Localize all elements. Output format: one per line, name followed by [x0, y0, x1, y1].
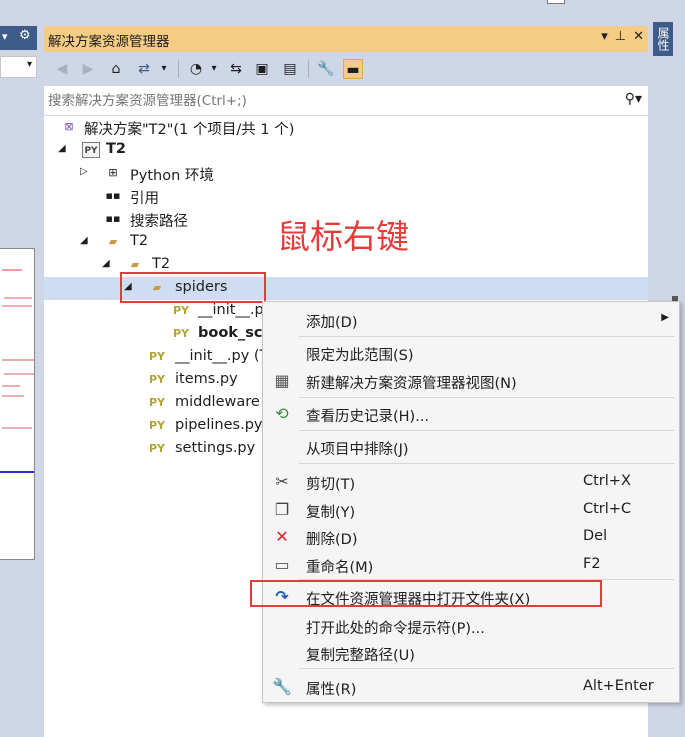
menu-item-add[interactable]: 添加(D) ▶	[263, 307, 679, 332]
folder-icon: ▰	[108, 235, 118, 248]
environment-icon: ⊞	[108, 166, 118, 179]
menu-item-command-prompt[interactable]: 打开此处的命令提示符(P)...	[263, 613, 679, 638]
submenu-arrow-icon: ▶	[661, 312, 669, 323]
python-project-icon: PY	[82, 142, 100, 158]
panel-title: 解决方案资源管理器	[48, 34, 170, 50]
expanded-arrow-icon[interactable]: ◢	[58, 143, 66, 154]
scissors-icon: ✂	[275, 472, 289, 491]
panel-title-bar: 解决方案资源管理器 ▾ ⊥ ✕	[44, 26, 648, 52]
pending-dropdown-icon[interactable]: ▾	[204, 59, 224, 79]
python-file-icon: PY	[172, 327, 190, 340]
dropdown-arrow-icon[interactable]: ▾	[2, 30, 8, 43]
sync-dropdown-icon[interactable]: ▾	[154, 59, 174, 79]
menu-item-rename[interactable]: ▭ 重命名(M) F2	[263, 552, 679, 577]
close-icon[interactable]: ✕	[633, 29, 644, 44]
sync-view-icon[interactable]: ⇄	[134, 59, 154, 79]
collapsed-arrow-icon[interactable]: ▷	[80, 166, 88, 177]
properties-wrench-icon[interactable]: 🔧	[316, 59, 336, 79]
highlight-box-spiders	[120, 272, 266, 303]
editor-document-preview	[0, 248, 35, 560]
menu-item-new-view[interactable]: ▦ 新建解决方案资源管理器视图(N)	[263, 368, 679, 393]
tree-item-references[interactable]: ▪▪ 引用	[44, 185, 648, 208]
properties-tab[interactable]: 属性	[653, 22, 673, 56]
solution-icon: ⊠	[64, 120, 74, 133]
package-folder-icon: ▰	[130, 258, 140, 271]
tree-item-python-env[interactable]: ▷ ⊞ Python 环境	[44, 162, 648, 185]
context-menu: 添加(D) ▶ 限定为此范围(S) ▦ 新建解决方案资源管理器视图(N) ⟲ 查…	[262, 301, 680, 703]
home-icon[interactable]: ⌂	[106, 59, 126, 79]
chevron-down-icon: ▾	[26, 59, 32, 70]
expanded-arrow-icon[interactable]: ◢	[102, 258, 110, 269]
rename-icon: ▭	[274, 555, 290, 574]
expanded-arrow-icon[interactable]: ◢	[80, 235, 88, 246]
editor-header: ▾ ⚙	[0, 26, 37, 50]
collapse-all-icon[interactable]: ▣	[252, 59, 272, 79]
menu-item-scope[interactable]: 限定为此范围(S)	[263, 340, 679, 365]
menu-item-exclude[interactable]: 从项目中排除(J)	[263, 434, 679, 459]
preview-icon[interactable]: ▬	[343, 59, 363, 79]
menu-item-properties[interactable]: 🔧 属性(R) Alt+Enter	[263, 674, 679, 699]
wrench-icon: 🔧	[272, 677, 292, 696]
menu-item-history[interactable]: ⟲ 查看历史记录(H)...	[263, 401, 679, 426]
menu-item-cut[interactable]: ✂ 剪切(T) Ctrl+X	[263, 469, 679, 494]
top-bar	[37, 0, 648, 26]
refresh-icon[interactable]: ⇆	[226, 59, 246, 79]
menu-item-copy-path[interactable]: 复制完整路径(U)	[263, 640, 679, 665]
search-icon[interactable]: ⚲▾	[625, 91, 642, 107]
pending-changes-icon[interactable]: ◔	[186, 59, 206, 79]
highlight-box-open-in-explorer	[250, 580, 602, 607]
show-all-files-icon[interactable]: ▤	[280, 59, 300, 79]
forward-icon[interactable]: ▶	[78, 59, 98, 79]
back-icon[interactable]: ◀	[52, 59, 72, 79]
editor-combo[interactable]: ▾	[0, 56, 37, 78]
tree-item-solution[interactable]: ⊠ 解决方案"T2"(1 个项目/共 1 个)	[44, 116, 648, 139]
panel-toolbar: ◀ ▶ ⌂ ⇄ ▾ ◔ ▾ ⇆ ▣ ▤ 🔧 ▬	[44, 52, 648, 86]
python-file-icon: PY	[148, 419, 166, 432]
reference-icon: ▪▪	[105, 189, 121, 202]
history-icon: ⟲	[275, 404, 289, 423]
search-input[interactable]	[48, 91, 598, 111]
python-file-icon: PY	[148, 350, 166, 363]
pin-icon[interactable]: ⊥	[615, 29, 626, 44]
new-view-icon: ▦	[274, 371, 290, 390]
python-file-icon: PY	[148, 442, 166, 455]
python-file-icon: PY	[172, 304, 190, 317]
delete-icon: ✕	[275, 527, 289, 546]
gear-icon[interactable]: ⚙	[19, 28, 31, 43]
python-file-icon: PY	[148, 396, 166, 409]
python-file-icon: PY	[148, 373, 166, 386]
menu-item-copy[interactable]: ❐ 复制(Y) Ctrl+C	[263, 497, 679, 522]
search-bar: ⚲▾	[44, 86, 648, 116]
search-path-icon: ▪▪	[105, 212, 121, 225]
menu-item-delete[interactable]: ✕ 删除(D) Del	[263, 524, 679, 549]
panel-menu-icon[interactable]: ▾	[601, 29, 608, 44]
tree-item-project[interactable]: ◢ PY T2	[44, 139, 648, 162]
copy-icon: ❐	[274, 500, 290, 519]
annotation-right-click: 鼠标右键	[277, 217, 409, 256]
window-control[interactable]	[547, 0, 565, 4]
